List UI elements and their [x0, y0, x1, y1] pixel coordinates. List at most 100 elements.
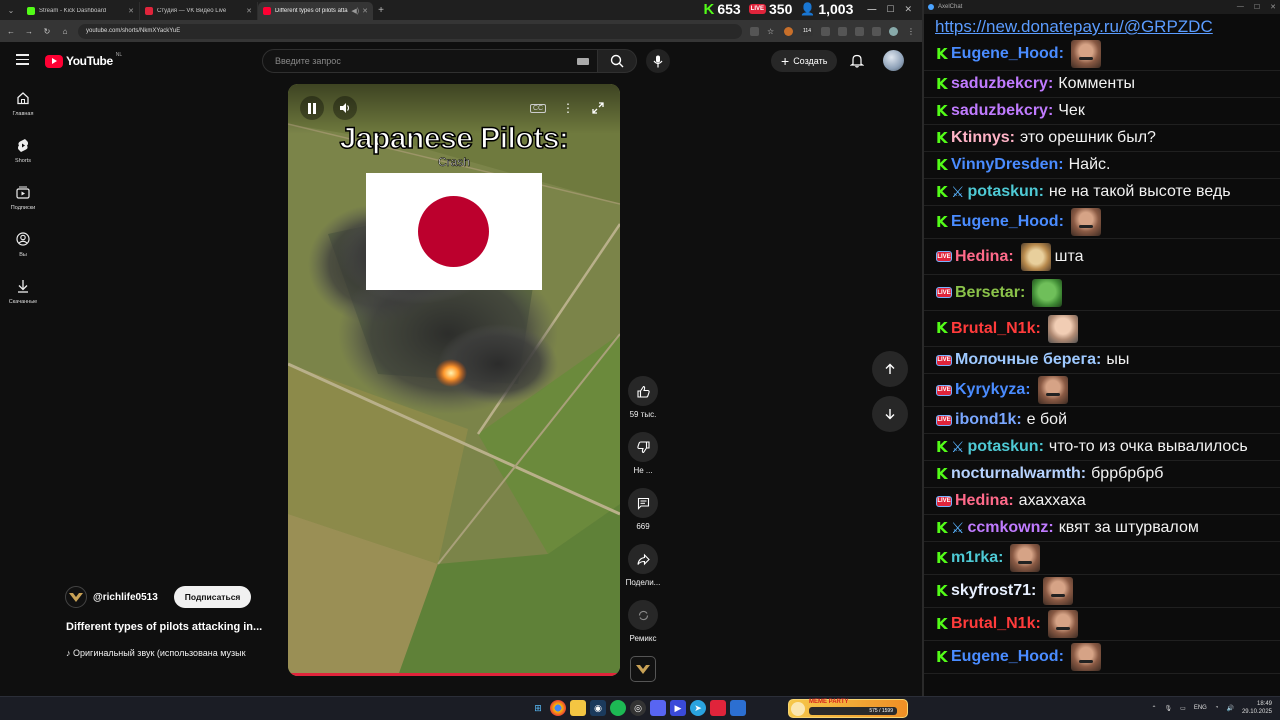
tray-chevron-icon[interactable]: ⌃ [1152, 705, 1157, 712]
sidebar-item-shorts[interactable]: Shorts [0, 131, 46, 178]
chat-username[interactable]: Ktinnys [951, 129, 1010, 147]
bookmark-star-icon[interactable]: ☆ [767, 27, 776, 36]
close-tab-icon[interactable]: ✕ [128, 7, 134, 15]
keyboard-icon[interactable] [577, 58, 589, 65]
chat-username[interactable]: VinnyDresden [951, 156, 1058, 174]
maximize-icon[interactable]: ☐ [886, 4, 894, 15]
spotify-icon[interactable] [610, 700, 626, 716]
channel-avatar[interactable] [65, 586, 87, 608]
split-view-icon[interactable] [872, 26, 881, 36]
home-icon[interactable]: ⌂ [60, 27, 70, 36]
captions-button[interactable]: CC [526, 96, 550, 120]
downloads-icon[interactable] [855, 26, 864, 36]
telegram-icon[interactable]: ➤ [690, 700, 706, 716]
steam-icon[interactable]: ◉ [590, 700, 606, 716]
audio-track[interactable]: ♪ Оригинальный звук (использована музык [66, 648, 286, 658]
chat-username[interactable]: Hedina [955, 492, 1008, 510]
extension-icon[interactable] [784, 26, 793, 36]
chat-username[interactable]: skyfrost71 [951, 582, 1031, 600]
chat-username[interactable]: potaskun [967, 183, 1038, 201]
obs-icon[interactable]: ◎ [630, 700, 646, 716]
sidebar-item-subscriptions[interactable]: Подписки [0, 178, 46, 225]
tab-vk-studio[interactable]: Студия — VK Видео Live ✕ [140, 2, 258, 20]
channel-name[interactable]: @richlife0513 [93, 592, 158, 603]
menu-icon[interactable] [16, 54, 29, 68]
profile-icon[interactable] [889, 26, 898, 36]
reading-list-icon[interactable] [838, 26, 847, 36]
account-avatar[interactable] [883, 50, 904, 71]
discord-icon[interactable] [650, 700, 666, 716]
voice-search-button[interactable] [646, 49, 670, 73]
chat-username[interactable]: Молочные берега [955, 351, 1096, 369]
url-field[interactable]: youtube.com/shorts/NkmXYackYuE [78, 23, 742, 39]
close-window-icon[interactable]: ✕ [1270, 3, 1276, 11]
close-tab-icon[interactable]: ✕ [246, 7, 252, 15]
subscribe-button[interactable]: Подписаться [173, 586, 252, 608]
extensions-puzzle-icon[interactable] [821, 26, 830, 36]
audio-playing-icon[interactable]: ◀) [351, 7, 359, 15]
chat-username[interactable]: Eugene_Hood [951, 648, 1059, 666]
file-explorer-icon[interactable] [570, 700, 586, 716]
clock[interactable]: 18:49 29.10.2025 [1242, 700, 1272, 716]
new-tab-button[interactable]: + [373, 5, 389, 16]
minimize-icon[interactable]: — [1237, 3, 1244, 11]
tab-search-icon[interactable]: ⌄ [0, 0, 22, 20]
previous-short-button[interactable] [872, 351, 908, 387]
volume-button[interactable] [333, 96, 357, 120]
like-button[interactable] [628, 376, 658, 406]
start-icon[interactable]: ⊞ [530, 700, 546, 716]
chat-username[interactable]: Bersetar [955, 284, 1020, 302]
language-indicator[interactable]: ENG [1194, 705, 1207, 711]
network-icon[interactable]: ▭ [1180, 705, 1186, 712]
close-window-icon[interactable]: ✕ [904, 4, 912, 15]
search-button[interactable] [597, 49, 637, 73]
sidebar-item-downloads[interactable]: Скачанные [0, 272, 46, 319]
chat-username[interactable]: Brutal_N1k [951, 320, 1035, 338]
chat-username[interactable]: saduzbekcry [951, 75, 1048, 93]
chat-username[interactable]: Eugene_Hood [951, 45, 1059, 63]
browser-menu-icon[interactable]: ⋮ [906, 27, 916, 36]
reload-icon[interactable]: ↻ [42, 27, 52, 36]
chat-username[interactable]: potaskun [967, 438, 1038, 456]
search-input[interactable]: Введите запрос [262, 49, 598, 73]
minimize-icon[interactable]: — [867, 4, 876, 15]
back-icon[interactable]: ← [6, 27, 16, 36]
speaker-icon[interactable]: 🔊 [1226, 705, 1233, 712]
remix-button[interactable] [628, 600, 658, 630]
forward-icon[interactable]: → [24, 27, 34, 36]
sidebar-item-you[interactable]: Вы [0, 225, 46, 272]
fullscreen-button[interactable] [586, 96, 610, 120]
media-player-icon[interactable]: ▶ [670, 700, 686, 716]
axelchat-icon[interactable] [710, 700, 726, 716]
next-short-button[interactable] [872, 396, 908, 432]
more-options-button[interactable]: ⋮ [556, 96, 580, 120]
chrome-icon[interactable] [550, 700, 566, 716]
wifi-icon[interactable]: ◔ [1215, 705, 1219, 711]
donate-link[interactable]: https://new.donatepay.ru/@GRPZDC [924, 14, 1280, 36]
chat-username[interactable]: m1rka [951, 549, 998, 567]
maximize-icon[interactable]: ☐ [1254, 3, 1260, 11]
video-progress-bar[interactable] [288, 673, 620, 676]
chat-username[interactable]: Brutal_N1k [951, 615, 1035, 633]
audio-source-thumbnail[interactable] [630, 656, 656, 682]
chat-username[interactable]: ccmkownz [967, 519, 1048, 537]
tab-kick-dashboard[interactable]: Stream - Kick Dashboard ✕ [22, 2, 140, 20]
chat-username[interactable]: Eugene_Hood [951, 213, 1059, 231]
install-app-icon[interactable] [750, 26, 759, 36]
extension-badge-icon[interactable]: 114 [801, 26, 813, 36]
app-icon[interactable] [730, 700, 746, 716]
pause-button[interactable] [300, 96, 324, 120]
close-tab-icon[interactable]: ✕ [362, 7, 368, 15]
youtube-logo[interactable]: YouTube NL [45, 52, 122, 68]
short-title[interactable]: Different types of pilots attacking in..… [66, 621, 281, 633]
microphone-tray-icon[interactable]: 🎙 [1165, 705, 1173, 712]
create-button[interactable]: + Создать [771, 50, 838, 72]
chat-username[interactable]: nocturnalwarmth [951, 465, 1081, 483]
notifications-button[interactable] [849, 53, 865, 73]
comments-button[interactable] [628, 488, 658, 518]
sidebar-item-home[interactable]: Главная [0, 84, 46, 131]
meme-party-widget[interactable]: MEME PARTY 575 / 1599 [788, 699, 908, 718]
chat-username[interactable]: ibond1k [955, 411, 1016, 429]
tab-youtube-short[interactable]: Different types of pilots atta ◀) ✕ [258, 2, 373, 20]
chat-username[interactable]: Hedina [955, 248, 1008, 266]
